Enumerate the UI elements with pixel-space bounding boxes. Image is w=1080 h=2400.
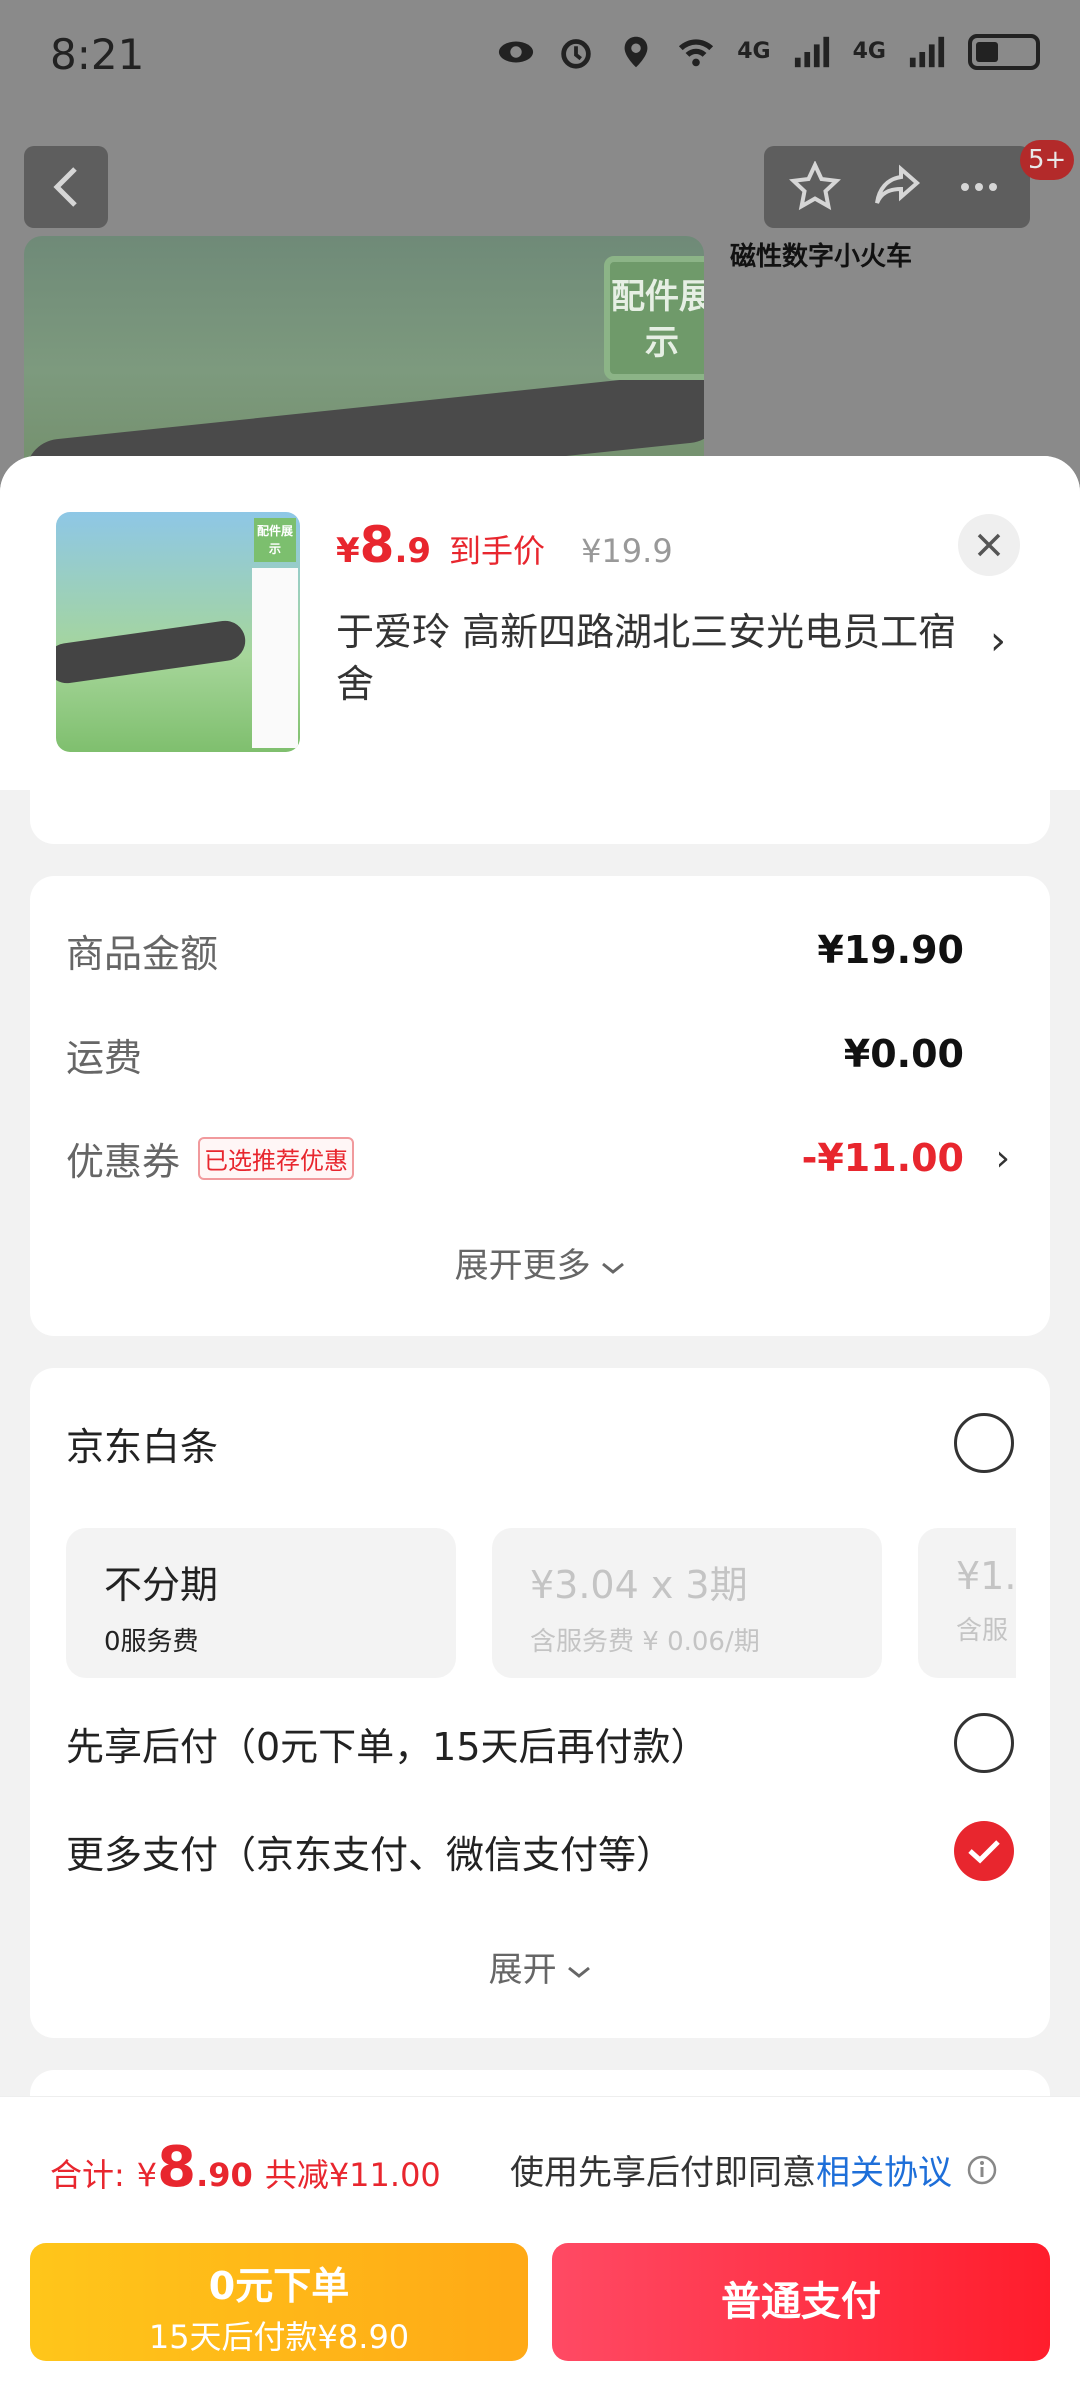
baitiao-label: 京东白条 — [66, 1424, 219, 1469]
shipping-fee-label: 运费 — [66, 1035, 143, 1080]
total-integer: 8 — [157, 2135, 197, 2200]
goods-amount-value: ¥19.90 — [817, 928, 964, 972]
shipping-fee-value: ¥0.00 — [843, 1032, 964, 1076]
expand-more-button[interactable]: 展开更多 — [30, 1238, 1050, 1287]
status-icons: 4G 4G — [497, 34, 1040, 70]
installment-plans: 不分期 0服务费 ¥3.04 x 3期 含服务费 ¥ 0.06/期 ¥1. 含服 — [66, 1528, 1016, 1678]
coupon-row[interactable]: 优惠券 已选推荐优惠 -¥11.00 › — [66, 1128, 1014, 1188]
expand-more-label: 展开更多 — [454, 1246, 591, 1286]
expand-button[interactable]: 展开 — [30, 1942, 1050, 1991]
coupon-chevron-icon: › — [995, 1137, 1010, 1179]
product-thumbnail: 配件展示 — [56, 512, 300, 752]
coupon-label: 优惠券 — [66, 1139, 181, 1184]
plan-sub: 含服务费 ¥ 0.06/期 — [530, 1627, 760, 1657]
address-card-bottom — [30, 790, 1050, 844]
network-4g-label-2: 4G — [852, 39, 886, 64]
coupon-badge: 已选推荐优惠 — [198, 1136, 355, 1180]
total-decimal: .90 — [196, 2156, 253, 2194]
favorite-button[interactable] — [783, 155, 847, 219]
more-icon — [961, 183, 997, 191]
total-label: 合计: — [50, 2156, 125, 2194]
pay-later-label: 先享后付（0元下单，15天后再付款） — [66, 1724, 709, 1769]
baitiao-row[interactable]: 京东白条 — [66, 1408, 1014, 1478]
close-icon — [977, 533, 1001, 557]
total-symbol: ¥ — [136, 2156, 158, 2194]
image-accessory-tag: 配件展示 — [604, 256, 704, 380]
eye-icon — [499, 41, 534, 63]
product-page-background: 8:21 4G 4G 5+ 配件展示 磁性数字小火车 — [0, 0, 1080, 520]
share-button[interactable] — [865, 155, 929, 219]
plan-more-installments[interactable]: ¥1. 含服 — [918, 1528, 1016, 1678]
shipping-fee-row: 运费 ¥0.00 — [66, 1024, 1014, 1084]
pay-later-order-title: 0元下单 — [208, 2264, 350, 2308]
wifi-icon — [679, 39, 714, 67]
chevron-down-icon — [602, 1262, 625, 1274]
plan-title: 不分期 — [104, 1563, 219, 1607]
back-button[interactable] — [24, 146, 108, 228]
pay-later-row[interactable]: 先享后付（0元下单，15天后再付款） — [66, 1708, 1014, 1778]
coupon-value: -¥11.00 — [801, 1136, 964, 1180]
more-payment-row[interactable]: 更多支付（京东支付、微信支付等） — [66, 1816, 1014, 1886]
status-time: 8:21 — [50, 30, 145, 79]
status-bar: 8:21 4G 4G — [0, 0, 1080, 120]
star-icon — [789, 161, 841, 211]
plan-sub: 含服 — [956, 1616, 1009, 1646]
thumb-road — [56, 618, 248, 686]
expand-label: 展开 — [488, 1950, 557, 1990]
price-integer: 8 — [359, 516, 395, 574]
pay-later-radio[interactable] — [954, 1713, 1014, 1773]
battery-icon — [968, 34, 1040, 70]
agreement-link[interactable]: 相关协议 — [816, 2145, 952, 2194]
more-button[interactable] — [947, 155, 1011, 219]
pay-later-order-sub: 15天后付款¥8.90 — [148, 2318, 410, 2356]
signal-icon — [794, 36, 829, 68]
price-symbol: ¥ — [336, 531, 360, 571]
more-payment-label: 更多支付（京东支付、微信支付等） — [66, 1832, 675, 1877]
chevron-down-icon — [568, 1966, 591, 1978]
top-actions — [764, 146, 1030, 228]
share-icon — [875, 164, 921, 204]
agreement-text: 使用先享后付即同意 — [510, 2153, 816, 2193]
plan-no-installment[interactable]: 不分期 0服务费 — [66, 1528, 456, 1678]
back-icon — [53, 167, 77, 207]
shipping-address[interactable]: 于爱玲 高新四路湖北三安光电员工宿舍 — [336, 606, 966, 710]
plan-title: ¥1. — [956, 1554, 1016, 1598]
info-icon[interactable] — [966, 2154, 998, 2186]
location-icon — [624, 36, 648, 68]
thumb-tag: 配件展示 — [254, 518, 296, 562]
plan-3-installments[interactable]: ¥3.04 x 3期 含服务费 ¥ 0.06/期 — [492, 1528, 882, 1678]
original-price: ¥19.9 — [581, 532, 673, 570]
close-button[interactable] — [958, 514, 1020, 576]
more-payment-radio[interactable] — [954, 1821, 1014, 1881]
sheet-header: 配件展示 ¥ 8 .9 到手价 ¥19.9 于爱玲 高新四路湖北三安光电员工宿舍… — [0, 456, 1080, 790]
checkout-bottom-bar: 合计: ¥ 8 .90 共减¥11.00 使用先享后付即同意 相关协议 0元下单… — [0, 2096, 1080, 2400]
total-line: 合计: ¥ 8 .90 共减¥11.00 — [50, 2135, 441, 2200]
payment-card: 京东白条 不分期 0服务费 ¥3.04 x 3期 含服务费 ¥ 0.06/期 ¥… — [30, 1368, 1050, 2038]
total-savings: 共减¥11.00 — [264, 2156, 441, 2194]
goods-amount-label: 商品金额 — [66, 931, 219, 976]
plan-title: ¥3.04 x 3期 — [530, 1563, 748, 1607]
thumb-side-strip — [252, 568, 298, 748]
amount-card: 商品金额 ¥19.90 运费 ¥0.00 优惠券 已选推荐优惠 -¥11.00 … — [30, 876, 1050, 1336]
signal-icon-2 — [909, 36, 945, 68]
pay-later-order-button[interactable]: 0元下单 15天后付款¥8.90 — [30, 2243, 528, 2361]
price-row: ¥ 8 .9 到手价 ¥19.9 — [336, 516, 673, 574]
network-4g-label: 4G — [737, 39, 771, 64]
address-chevron-icon[interactable]: › — [990, 618, 1006, 664]
price-decimal: .9 — [394, 531, 432, 571]
image-side-title: 磁性数字小火车 — [730, 242, 913, 272]
final-price-tag: 到手价 — [449, 532, 546, 570]
message-badge: 5+ — [1020, 140, 1075, 180]
baitiao-radio[interactable] — [954, 1413, 1014, 1473]
alarm-icon — [561, 39, 591, 69]
normal-pay-button[interactable]: 普通支付 — [552, 2243, 1050, 2361]
agreement-notice: 使用先享后付即同意 相关协议 — [510, 2145, 998, 2194]
plan-sub: 0服务费 — [104, 1627, 199, 1657]
check-icon — [968, 1840, 1000, 1864]
goods-amount-row: 商品金额 ¥19.90 — [66, 920, 1014, 980]
